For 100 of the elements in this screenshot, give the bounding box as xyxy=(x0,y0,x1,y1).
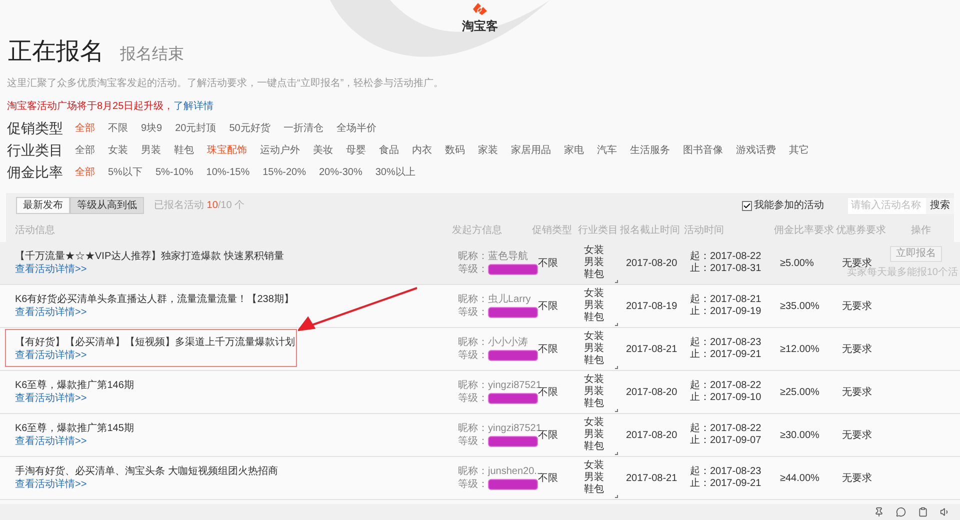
deadline-cell-text: 2017-08-20 xyxy=(626,386,678,400)
filter-option[interactable]: 游戏话费 xyxy=(736,142,776,158)
activity-detail-link[interactable]: 查看活动详情>> xyxy=(15,435,87,448)
end-date-text: 止：2017-09-10 xyxy=(690,392,762,404)
start-date-text: 起：2017-08-23 xyxy=(690,466,762,478)
filter-option[interactable]: 全场半价 xyxy=(336,120,376,136)
filter-option[interactable]: 家装 xyxy=(478,142,498,158)
filter-option[interactable]: 20%-30% xyxy=(318,164,362,180)
end-date-text: 止：2017-08-31 xyxy=(690,263,762,275)
logo-icon xyxy=(471,2,489,16)
column-header: 报名截止时间 xyxy=(620,224,681,238)
category-text: 男装 xyxy=(584,386,605,398)
category-text: 女装 xyxy=(584,374,605,386)
chat-icon[interactable] xyxy=(896,507,906,517)
status-tab[interactable]: 报名结束 xyxy=(120,44,184,66)
filter-option[interactable]: 不限 xyxy=(108,120,128,136)
filter-option[interactable]: 美妆 xyxy=(313,142,333,158)
filter-option[interactable]: 女装 xyxy=(108,142,128,158)
start-date-text: 起：2017-08-23 xyxy=(690,337,762,348)
filter-option[interactable]: 男装 xyxy=(141,142,161,158)
category-text: 鞋包 xyxy=(584,398,605,410)
member-badge-icon xyxy=(488,264,538,275)
filter-option[interactable]: 5%以下 xyxy=(108,164,142,180)
filter-option[interactable]: 家电 xyxy=(564,142,584,158)
status-tab[interactable]: 正在报名 xyxy=(8,38,104,66)
commission-cell-text: ≥44.00% xyxy=(780,472,820,486)
logo-text: 淘宝客 xyxy=(462,18,498,34)
filter-option[interactable]: 图书音像 xyxy=(683,142,723,158)
eligible-checkbox[interactable] xyxy=(742,200,752,210)
filter-option[interactable]: 家居用品 xyxy=(511,142,551,158)
promo-type-cell-text: 不限 xyxy=(538,300,559,314)
sort-button[interactable]: 最新发布 xyxy=(16,197,70,214)
filter-option[interactable]: 运动户外 xyxy=(260,142,300,158)
column-header: 优惠券要求 xyxy=(836,224,887,238)
filter-option[interactable]: 数码 xyxy=(445,142,465,158)
level-label: 等级： xyxy=(458,478,488,491)
commission-cell-text: ≥12.00% xyxy=(780,342,820,356)
sort-button[interactable]: 等级从高到低 xyxy=(70,197,144,214)
filter-option[interactable]: 全部 xyxy=(75,120,95,136)
deadline-cell-text: 2017-08-21 xyxy=(626,342,678,356)
column-header: 行业类目 xyxy=(578,224,619,238)
eligible-label: 我能参加的活动 xyxy=(754,198,824,213)
filter-option[interactable]: 9块9 xyxy=(141,120,162,136)
description-text: 这里汇聚了众多优质淘宝客发起的活动。了解活动要求，一键点击“立即报名”，轻松参与活动推广。 xyxy=(6,78,445,90)
filter-option[interactable]: 一折清仓 xyxy=(283,120,324,136)
category-text: 鞋包 xyxy=(584,312,605,324)
category-text: 鞋包 xyxy=(584,355,605,367)
filter-option[interactable]: 5%-10% xyxy=(155,164,194,180)
notice-text: 淘宝客活动广场将于8月25日起升级，了解详情 xyxy=(6,101,215,113)
end-date-text: 止：2017-09-07 xyxy=(690,435,762,447)
filter-option[interactable]: 生活服务 xyxy=(630,142,670,158)
activity-detail-link[interactable]: 查看活动详情>> xyxy=(15,478,87,491)
filter-option[interactable]: 其它 xyxy=(789,142,809,158)
filter-option[interactable]: 内衣 xyxy=(412,142,432,158)
coupon-cell-text: 无要求 xyxy=(842,386,873,400)
nickname-text: 昵称：小小小涛 xyxy=(458,336,529,349)
filter-option[interactable]: 汽车 xyxy=(597,142,617,158)
coupon-cell-text: 无要求 xyxy=(842,300,873,314)
filter-option[interactable]: 全部 xyxy=(75,164,95,180)
filter-option[interactable]: 鞋包 xyxy=(174,142,194,158)
filter-option[interactable]: 50元好货 xyxy=(229,120,270,136)
resize-grip-icon xyxy=(615,452,618,455)
filter-option[interactable]: 珠宝配饰 xyxy=(207,142,247,158)
details-link[interactable]: 了解详情 xyxy=(174,101,214,112)
category-text: 女装 xyxy=(584,288,605,300)
deadline-cell-text: 2017-08-19 xyxy=(626,300,678,314)
column-header: 佣金比率要求 xyxy=(774,224,835,238)
start-date-text: 起：2017-08-22 xyxy=(690,380,762,392)
end-date-text: 止：2017-09-19 xyxy=(690,306,762,318)
search-button[interactable]: 搜索 xyxy=(926,198,954,214)
activity-title: K6至尊，爆款推广第146期 xyxy=(15,379,135,392)
filter-label: 促销类型 xyxy=(7,118,64,138)
level-label: 等级： xyxy=(458,306,488,319)
filter-option[interactable]: 母婴 xyxy=(346,142,366,158)
level-label: 等级： xyxy=(458,263,488,276)
filter-option[interactable]: 10%-15% xyxy=(206,164,250,180)
commission-cell-text: ≥5.00% xyxy=(780,256,815,270)
filter-option[interactable]: 食品 xyxy=(379,142,399,158)
deadline-cell-text: 2017-08-21 xyxy=(626,472,678,486)
category-text: 男装 xyxy=(584,257,605,268)
nickname-text: 昵称：蓝色导航 xyxy=(458,250,529,263)
activity-detail-link[interactable]: 查看活动详情>> xyxy=(15,306,87,319)
resize-grip-icon xyxy=(615,323,618,326)
pin-icon[interactable] xyxy=(874,507,884,517)
category-text: 鞋包 xyxy=(584,441,605,453)
clipboard-icon[interactable] xyxy=(918,507,928,517)
speaker-icon[interactable] xyxy=(940,507,950,517)
filter-option[interactable]: 15%-20% xyxy=(262,164,306,180)
activity-detail-link[interactable]: 查看活动详情>> xyxy=(15,349,87,362)
nickname-text: 昵称：虫儿Larry xyxy=(458,293,532,306)
start-date-text: 起：2017-08-21 xyxy=(690,294,762,306)
filter-option[interactable]: 20元封顶 xyxy=(175,120,216,136)
resize-grip-icon xyxy=(615,366,618,369)
filter-option[interactable]: 全部 xyxy=(75,142,95,158)
filter-option[interactable]: 30%以上 xyxy=(375,164,416,180)
column-header: 促销类型 xyxy=(532,224,573,238)
activity-detail-link[interactable]: 查看活动详情>> xyxy=(15,263,87,276)
category-text: 女装 xyxy=(584,460,605,472)
filter-label: 佣金比率 xyxy=(7,162,64,182)
activity-detail-link[interactable]: 查看活动详情>> xyxy=(15,392,87,405)
